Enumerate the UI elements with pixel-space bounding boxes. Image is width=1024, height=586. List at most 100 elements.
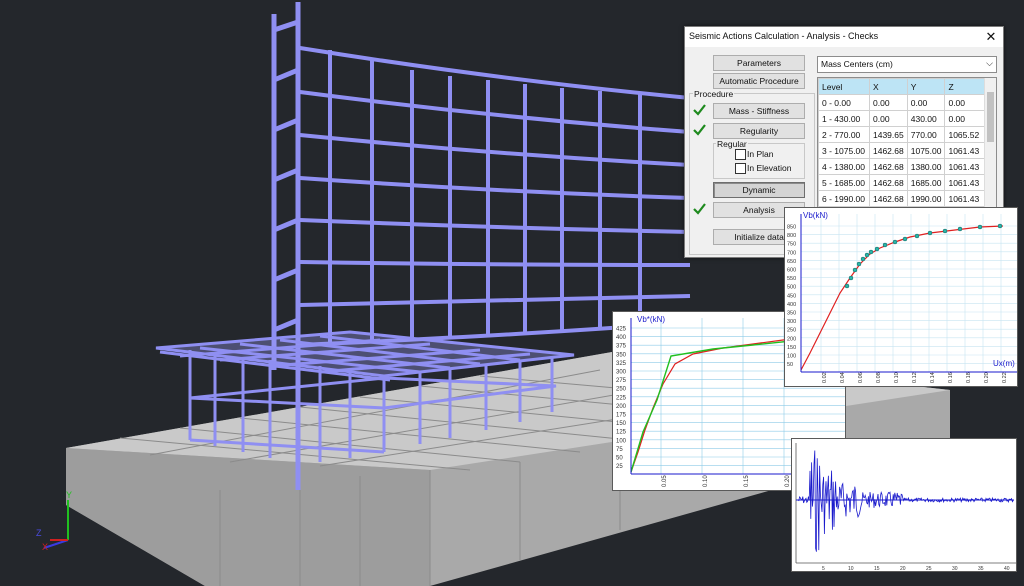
acceleration-trace	[797, 450, 1014, 552]
table-row[interactable]: 5 - 1685.00 1462.68 1685.00 1061.43	[818, 174, 987, 191]
x-tick-label: 40	[1004, 566, 1010, 572]
x-tick-label: 0.10	[703, 475, 709, 487]
y-tick-label: 400	[616, 335, 627, 341]
value-cell: 0.00	[944, 110, 987, 127]
axis-z-label: Z	[36, 528, 42, 538]
dynamic-button[interactable]: Dynamic	[713, 182, 805, 198]
value-cell: 1065.52	[944, 126, 987, 143]
x-tick-label: 30	[952, 566, 958, 572]
table-row[interactable]: 6 - 1990.00 1462.68 1990.00 1061.43	[818, 190, 987, 207]
x-tick-label: 0.22	[1002, 372, 1008, 383]
scrollbar-thumb[interactable]	[987, 92, 994, 142]
curve-point	[868, 249, 874, 255]
level-cell: 5 - 1685.00	[818, 174, 870, 191]
column-header[interactable]: Level	[818, 78, 870, 95]
result-type-value: Mass Centers (cm)	[821, 59, 893, 69]
facade-frame	[299, 46, 691, 347]
column-header[interactable]: Y	[906, 78, 946, 95]
value-cell: 1462.68	[869, 142, 908, 159]
y-tick-label: 275	[616, 378, 627, 384]
x-tick-label: 5	[822, 566, 825, 572]
x-tick-label: 10	[848, 566, 854, 572]
curve-point	[902, 236, 908, 242]
value-cell: 1439.65	[869, 126, 908, 143]
y-tick-label: 250	[787, 328, 796, 334]
value-cell: 1462.68	[869, 190, 908, 207]
table-row[interactable]: 4 - 1380.00 1462.68 1380.00 1061.43	[818, 158, 987, 175]
y-tick-label: 350	[787, 311, 796, 317]
y-tick-label: 350	[616, 352, 627, 358]
y-tick-label: 300	[616, 370, 627, 376]
y-tick-label: 50	[787, 362, 793, 368]
curve-point	[997, 223, 1003, 229]
level-cell: 3 - 1075.00	[818, 142, 870, 159]
mass-stiffness-button[interactable]: Mass - Stiffness	[713, 103, 805, 119]
regular-label: Regular	[716, 139, 748, 149]
y-tick-label: 325	[616, 361, 627, 367]
procedure-label: Procedure	[693, 89, 735, 99]
curve-point	[864, 252, 870, 258]
x-tick-label: 15	[874, 566, 880, 572]
table-row[interactable]: 0 - 0.00 0.00 0.00 0.00	[818, 94, 987, 111]
table-row[interactable]: 2 - 770.00 1439.65 770.00 1065.52	[818, 126, 987, 143]
value-cell: 1462.68	[869, 174, 908, 191]
y-tick-label: 250	[616, 387, 627, 393]
column-header[interactable]: X	[869, 78, 908, 95]
y-tick-label: 450	[787, 293, 796, 299]
y-tick-label: 50	[616, 456, 623, 462]
in-plan-checkbox[interactable]	[735, 149, 746, 160]
y-tick-label: 425	[616, 327, 627, 333]
pushover-chart-large: Vb(kN) Ux(m) 850 800 750 700 650 600 550 500 450…	[784, 207, 1018, 387]
axis-gizmo: Y Z X	[36, 490, 72, 552]
y-tick-label: 550	[787, 276, 796, 282]
capacity-curve	[800, 225, 1004, 371]
curve-point	[914, 233, 920, 239]
y-tick-label: 375	[616, 344, 627, 350]
dialog-titlebar[interactable]: Seismic Actions Calculation - Analysis -…	[685, 27, 1003, 47]
value-cell: 1061.43	[944, 174, 987, 191]
curve-point	[957, 226, 963, 232]
curve-point	[977, 224, 983, 230]
x-tick-label: 0.05	[662, 475, 668, 487]
value-cell: 1061.43	[944, 190, 987, 207]
accelerogram-chart: 5 10 15 20 25 30 35 40	[791, 438, 1017, 572]
level-cell: 4 - 1380.00	[818, 158, 870, 175]
value-cell: 1990.00	[906, 190, 946, 207]
x-tick-label: 0.04	[840, 372, 846, 383]
curve-point	[942, 228, 948, 234]
value-cell: 0.00	[944, 94, 987, 111]
close-icon[interactable]: ✕	[983, 29, 999, 45]
x-tick-label: 0.16	[948, 372, 954, 383]
in-elevation-label: In Elevation	[747, 163, 792, 173]
axis-x-label: X	[42, 542, 48, 552]
y-tick-label: 225	[616, 395, 627, 401]
x-tick-label: 0.20	[984, 372, 990, 383]
value-cell: 430.00	[906, 110, 946, 127]
table-row[interactable]: 3 - 1075.00 1462.68 1075.00 1061.43	[818, 142, 987, 159]
chart-ylabel: Vb*(kN)	[637, 315, 665, 324]
curve-point	[848, 275, 854, 281]
parameters-button[interactable]: Parameters	[713, 55, 805, 71]
x-tick-label: 0.06	[858, 372, 864, 383]
value-cell: 1061.43	[944, 142, 987, 159]
value-cell: 0.00	[906, 94, 946, 111]
in-elevation-checkbox[interactable]	[735, 163, 746, 174]
table-row[interactable]: 1 - 430.00 0.00 430.00 0.00	[818, 110, 987, 127]
y-tick-label: 600	[787, 268, 796, 274]
x-tick-label: 0.18	[966, 372, 972, 383]
automatic-procedure-button[interactable]: Automatic Procedure	[713, 73, 805, 89]
regularity-button[interactable]: Regularity	[713, 123, 805, 139]
column-header[interactable]: Z	[944, 78, 987, 95]
y-tick-label: 850	[787, 225, 796, 231]
checkmark-icon	[693, 203, 706, 215]
y-tick-label: 500	[787, 285, 796, 291]
x-tick-label: 20	[900, 566, 906, 572]
level-cell: 6 - 1990.00	[818, 190, 870, 207]
value-cell: 1685.00	[906, 174, 946, 191]
curve-points	[844, 223, 1003, 289]
result-type-select[interactable]: Mass Centers (cm) ⌵	[817, 56, 997, 73]
curve-point	[927, 230, 933, 236]
checkmark-icon	[693, 124, 706, 136]
y-tick-label: 700	[787, 250, 796, 256]
x-tick-label: 25	[926, 566, 932, 572]
